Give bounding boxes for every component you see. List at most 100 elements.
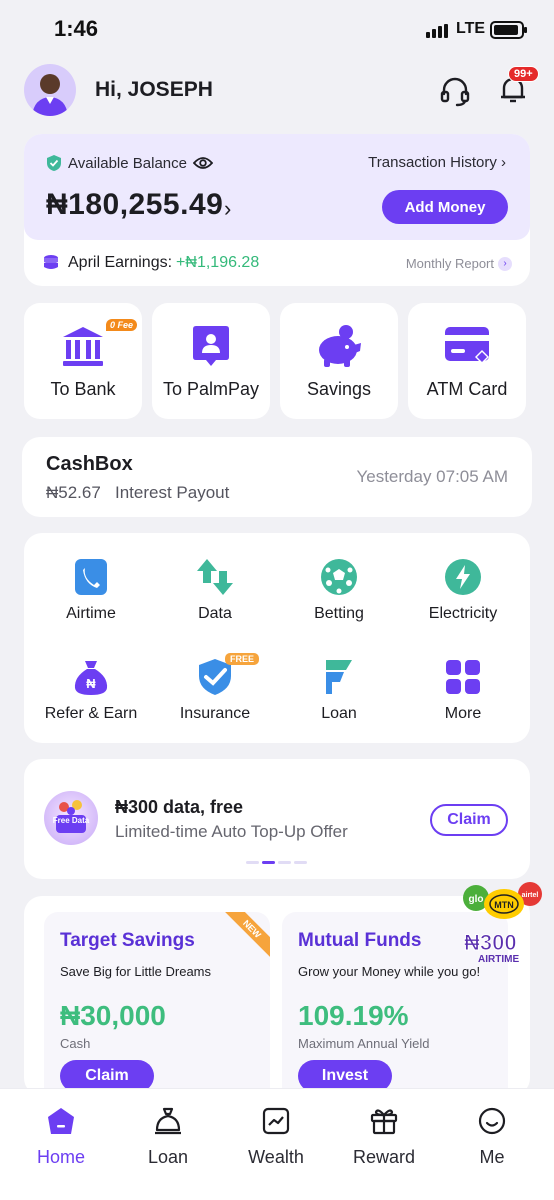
zero-fee-badge: 0 Fee [106, 319, 138, 331]
service-data[interactable]: Data [155, 557, 275, 623]
chevron-right-icon[interactable]: › [224, 196, 231, 222]
service-airtime[interactable]: Airtime [31, 557, 151, 623]
glo-logo-text: glo [469, 894, 484, 905]
carousel-dots [246, 861, 307, 864]
service-label: Data [198, 605, 232, 622]
chart-icon [226, 1103, 326, 1139]
service-loan[interactable]: Loan [279, 657, 399, 723]
shield-check-icon [47, 155, 61, 171]
battery-icon [490, 21, 527, 39]
cashbox-amount-row: ₦52.67 Interest Payout [46, 483, 229, 503]
earnings-row: April Earnings: +₦1,196.28 [42, 254, 259, 272]
free-data-image: Free Data [44, 791, 98, 845]
status-bar: 1:46 LTE [0, 0, 554, 60]
service-more[interactable]: More [403, 657, 523, 723]
loan-icon [279, 657, 399, 697]
tab-bar: Home Loan Wealth Reward Me [0, 1088, 554, 1200]
service-label: Electricity [428, 605, 498, 622]
balance-card: Available Balance Transaction History › … [24, 134, 530, 286]
gift-icon [334, 1103, 434, 1139]
loan-bag-icon [118, 1103, 218, 1139]
service-electricity[interactable]: Electricity [403, 557, 523, 623]
quick-action-to-palmpay[interactable]: To PalmPay [152, 303, 270, 419]
atm-card-icon [443, 323, 491, 372]
airtime-amount: ₦300 [464, 930, 518, 956]
monthly-report-link[interactable]: Monthly Report › [406, 256, 512, 271]
grid-icon [403, 657, 523, 697]
quick-action-savings[interactable]: Savings [280, 303, 398, 419]
quick-action-atm-card[interactable]: ATM Card [408, 303, 526, 419]
promo-claim-button[interactable]: Claim [430, 804, 508, 836]
chevron-right-icon: › [498, 256, 512, 271]
lightning-icon [403, 557, 523, 597]
signal-icon [426, 24, 448, 38]
cashbox-time: Yesterday 07:05 AM [356, 467, 508, 486]
services-grid: Airtime Data Betting Electricity ₦ Refer… [24, 533, 530, 743]
earnings-label: April Earnings: [68, 254, 173, 271]
tab-home[interactable]: Home [11, 1103, 111, 1168]
piggy-bank-icon [314, 323, 364, 374]
quick-action-label: To Bank [50, 379, 116, 399]
free-data-image-text: Free Data [53, 816, 90, 825]
quick-action-label: ATM Card [426, 379, 508, 399]
promo-banner[interactable]: Free Data ₦300 data, free Limited-time A… [24, 759, 530, 879]
product-value: ₦30,000 [60, 1000, 166, 1031]
network-label: LTE [456, 20, 486, 37]
header: Hi, JOSEPH 99+ [0, 60, 554, 122]
new-ribbon: NEW [218, 912, 270, 963]
airtime-promo-float[interactable]: glo MTN airtel ₦300 AIRTIME [460, 878, 546, 970]
available-balance-row: Available Balance [46, 154, 213, 172]
avatar[interactable] [24, 64, 76, 116]
palmpay-icon [188, 323, 234, 374]
tab-loan[interactable]: Loan [118, 1103, 218, 1168]
tab-label: Home [36, 1147, 85, 1167]
airtel-logo-text: airtel [522, 892, 539, 899]
tab-label: Me [479, 1147, 505, 1167]
cashbox-card[interactable]: CashBox ₦52.67 Interest Payout Yesterday… [22, 437, 532, 517]
mtn-logo-text: MTN [494, 900, 514, 910]
quick-action-label: Savings [306, 379, 372, 399]
phone-icon [31, 557, 151, 597]
product-subtitle: Grow your Money while you go! [298, 964, 481, 979]
available-balance-label: Available Balance [68, 154, 187, 172]
promo-title: ₦300 data, free [115, 797, 244, 817]
cashbox-desc: Interest Payout [115, 483, 230, 502]
product-title: Target Savings [60, 930, 195, 951]
service-refer-earn[interactable]: ₦ Refer & Earn [31, 657, 151, 723]
service-betting[interactable]: Betting [279, 557, 399, 623]
svg-text:₦: ₦ [86, 676, 96, 691]
product-title: Mutual Funds [298, 930, 422, 951]
tab-wealth[interactable]: Wealth [226, 1103, 326, 1168]
tab-me[interactable]: Me [442, 1103, 542, 1168]
data-arrows-icon [155, 557, 275, 597]
headset-icon[interactable] [438, 74, 472, 113]
tab-label: Reward [352, 1147, 416, 1167]
monthly-report-label: Monthly Report [405, 256, 494, 271]
cashbox-title: CashBox [46, 453, 133, 475]
eye-icon[interactable] [192, 156, 213, 170]
tab-label: Wealth [248, 1147, 304, 1167]
tab-reward[interactable]: Reward [334, 1103, 434, 1168]
status-time: 1:46 [54, 16, 99, 41]
service-label: More [444, 705, 482, 722]
quick-action-to-bank[interactable]: 0 Fee To Bank [24, 303, 142, 419]
chevron-right-icon: › [501, 154, 506, 171]
earnings-value: +₦1,196.28 [176, 254, 260, 271]
transaction-history-link[interactable]: Transaction History › [368, 154, 506, 171]
product-caption: Cash [60, 1036, 91, 1051]
service-label: Airtime [66, 605, 116, 622]
bank-icon [60, 323, 106, 374]
promo-subtitle: Limited-time Auto Top-Up Offer [115, 822, 348, 841]
coin-stack-icon [44, 255, 58, 269]
add-money-button[interactable]: Add Money [382, 190, 508, 224]
target-savings-card[interactable]: NEW Target Savings Save Big for Little D… [44, 912, 270, 1112]
money-bag-icon: ₦ [31, 657, 151, 697]
service-insurance[interactable]: FREE Insurance [155, 653, 275, 723]
service-label: Refer & Earn [44, 705, 138, 722]
home-icon [11, 1103, 111, 1139]
tab-label: Loan [147, 1147, 189, 1167]
balance-panel: Available Balance Transaction History › … [24, 134, 530, 240]
product-value: 109.19% [298, 1000, 409, 1031]
soccer-ball-icon [279, 557, 399, 597]
cashbox-amount: ₦52.67 [46, 483, 101, 502]
